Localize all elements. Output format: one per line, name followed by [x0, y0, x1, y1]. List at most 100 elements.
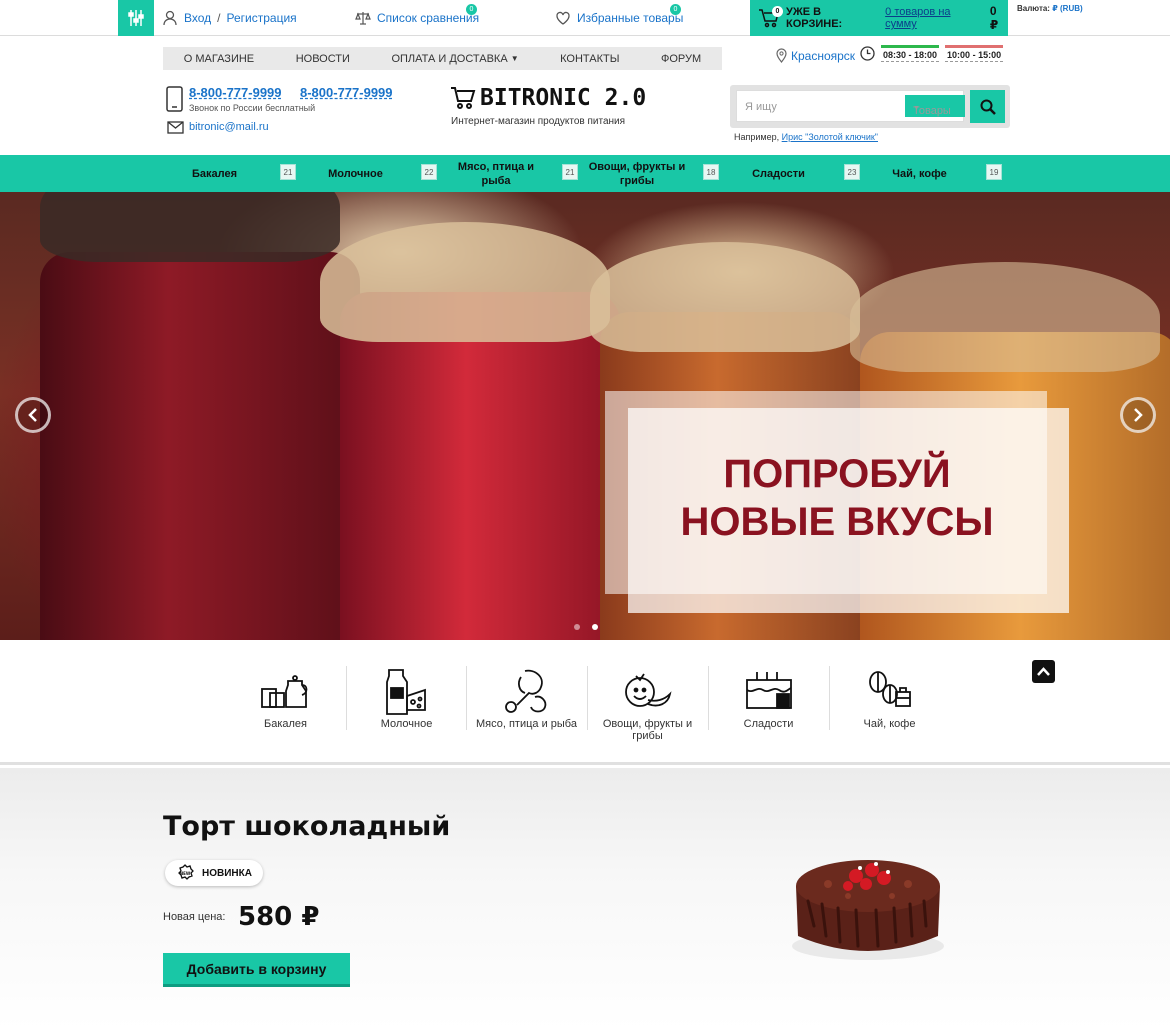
city-name[interactable]: Красноярск [791, 49, 855, 63]
icon-category-tea-coffee[interactable]: Чай, кофе [829, 664, 950, 734]
icon-category-label: Бакалея [263, 718, 307, 730]
meat-icon [504, 669, 546, 713]
category-icons-row: Бакалея Молочное Мясо, птица и рыба Овощ… [0, 640, 1170, 765]
phone-2-link[interactable]: 8-800-777-9999 [300, 85, 393, 100]
currency-label: Валюта: [1017, 4, 1050, 13]
hero-next-button[interactable] [1120, 397, 1156, 433]
register-link[interactable]: Регистрация [227, 11, 297, 25]
hero-lid-4 [850, 262, 1160, 372]
hero-lid-3 [590, 242, 860, 352]
nav-item-contacts[interactable]: КОНТАКТЫ [560, 53, 619, 65]
category-dairy[interactable]: Молочное [285, 155, 426, 192]
price-label: Новая цена: [163, 911, 226, 923]
new-badge-label: НОВИНКА [202, 867, 252, 879]
cake-product-image[interactable] [788, 846, 948, 966]
caret-down-icon: ▼ [913, 105, 920, 112]
currency-value[interactable]: ₽ (RUB) [1052, 4, 1082, 13]
logo-text: BITRONIC 2.0 [480, 85, 647, 111]
login-link-group: Вход / Регистрация [162, 10, 297, 26]
category-label: Сладости [752, 167, 805, 180]
category-bar: Бакалея 21 Молочное 22 Мясо, птица и рыб… [0, 155, 1170, 192]
new-sticker-icon: NEW [178, 864, 194, 880]
hero-prev-button[interactable] [15, 397, 51, 433]
cart-count-badge: 0 [772, 6, 783, 17]
site-logo[interactable]: BITRONIC 2.0 [450, 85, 646, 111]
user-icon [163, 10, 177, 26]
cake-icon [745, 672, 792, 709]
search-placeholder: Я ищу [745, 101, 777, 113]
nav-item-forum[interactable]: ФОРУМ [661, 53, 701, 65]
category-label: Бакалея [191, 167, 238, 180]
scales-icon [355, 12, 371, 25]
cart-summary[interactable]: 0 УЖЕ В КОРЗИНЕ: 0 товаров на сумму 0 ₽ [750, 0, 1008, 36]
search-example-link[interactable]: Ирис "Золотой ключик" [782, 132, 878, 142]
hero-slider: ПОПРОБУЙ НОВЫЕ ВКУСЫ [0, 192, 1170, 640]
add-to-cart-button[interactable]: Добавить в корзину [163, 953, 350, 987]
category-meat[interactable]: Мясо, птица и рыба [426, 155, 566, 192]
slider-dot-1[interactable] [574, 624, 580, 630]
compare-link[interactable]: Список сравнения [377, 11, 479, 25]
category-vegetables[interactable]: Овощи, фрукты и грибы [567, 155, 707, 192]
icon-category-meat[interactable]: Мясо, птица и рыба [466, 664, 587, 734]
icon-category-sweets[interactable]: Сладости [708, 664, 829, 734]
icon-category-grocery[interactable]: Бакалея [225, 664, 346, 734]
city-selector[interactable]: Красноярск [776, 48, 855, 63]
login-separator: / [217, 11, 221, 25]
category-grocery[interactable]: Бакалея [144, 155, 285, 192]
currency-switcher[interactable]: Валюта: ₽ (RUB) [1017, 4, 1083, 13]
promo-line-2: НОВЫЕ ВКУСЫ [680, 500, 994, 544]
compare-link-group[interactable]: Список сравнения 0 [355, 4, 479, 26]
promo-headline[interactable]: ПОПРОБУЙ НОВЫЕ ВКУСЫ [605, 450, 1069, 546]
search-category-select[interactable]: Товары ▼ [905, 95, 965, 117]
product-title[interactable]: Торт шоколадный [163, 811, 450, 842]
phone-1-link[interactable]: 8-800-777-9999 [189, 85, 282, 100]
promo-line-1: ПОПРОБУЙ [723, 452, 951, 496]
vegetables-icon [624, 673, 671, 707]
search-example: Например, Ирис "Золотой ключик" [734, 132, 878, 142]
hero-jar-2 [340, 292, 620, 640]
hours-weekday: 08:30 - 18:00 [881, 45, 940, 62]
icon-category-label: Сладости [743, 718, 794, 730]
category-label: Овощи, фрукты и грибы [588, 160, 686, 187]
nav-item-payment-label: ОПЛАТА И ДОСТАВКА [391, 52, 508, 65]
email-link[interactable]: bitronic@mail.ru [189, 121, 269, 133]
chevron-up-icon [1037, 667, 1050, 676]
nav-item-about[interactable]: О МАГАЗИНЕ [184, 53, 254, 65]
mobile-phone-icon [166, 86, 183, 112]
icon-category-label: Молочное [380, 718, 433, 730]
favorites-link-group[interactable]: Избранные товары 0 [555, 4, 683, 26]
chevron-left-icon [28, 408, 37, 422]
cart-total: 0 ₽ [989, 4, 999, 32]
category-count: 19 [986, 164, 1002, 180]
slider-dots [574, 624, 598, 630]
logo-tagline: Интернет-магазин продуктов питания [451, 116, 626, 127]
settings-button[interactable] [118, 0, 154, 36]
working-hours: 08:30 - 18:00 10:00 - 15:00 [860, 45, 1004, 62]
search-icon [980, 99, 996, 115]
svg-text:NEW: NEW [180, 871, 191, 876]
search-example-label: Например, [734, 132, 780, 142]
icon-category-vegetables[interactable]: Овощи, фрукты и грибы [587, 664, 708, 742]
category-sweets[interactable]: Сладости [708, 155, 849, 192]
coffee-icon [868, 671, 911, 707]
location-pin-icon [776, 48, 787, 63]
cart-summary-link[interactable]: 0 товаров на сумму [885, 6, 984, 30]
main-nav: О МАГАЗИНЕ НОВОСТИ ОПЛАТА И ДОСТАВКА ▼ К… [163, 47, 722, 70]
mail-icon [167, 121, 184, 134]
category-tea-coffee[interactable]: Чай, кофе [849, 155, 990, 192]
nav-item-news[interactable]: НОВОСТИ [296, 53, 350, 65]
login-link[interactable]: Вход [184, 11, 211, 25]
scroll-up-button[interactable] [1032, 660, 1055, 683]
chevron-right-icon [1134, 408, 1143, 422]
hero-lid-2 [320, 222, 610, 342]
search-button[interactable] [970, 90, 1005, 123]
icon-category-label: Мясо, птица и рыба [476, 718, 577, 730]
category-label: Мясо, птица и рыба [457, 160, 535, 187]
slider-dot-2[interactable] [592, 624, 598, 630]
icon-category-dairy[interactable]: Молочное [346, 664, 467, 734]
nav-item-payment[interactable]: ОПЛАТА И ДОСТАВКА ▼ [391, 53, 518, 65]
search-input[interactable]: Я ищу Товары ▼ [736, 90, 965, 122]
hours-weekend: 10:00 - 15:00 [945, 45, 1004, 62]
favorites-link[interactable]: Избранные товары [577, 11, 683, 25]
phone-note: Звонок по России бесплатный [189, 103, 316, 113]
